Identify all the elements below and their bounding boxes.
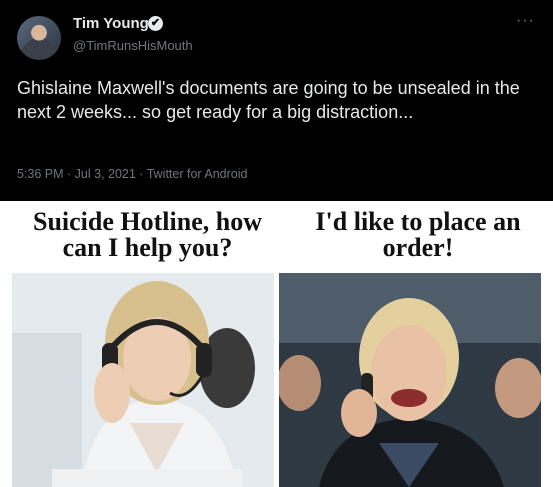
display-name[interactable]: Tim Young: [73, 15, 149, 32]
user-handle[interactable]: @TimRunsHisMouth: [73, 38, 193, 53]
tweet-timestamp[interactable]: 5:36 PM · Jul 3, 2021 · Twitter for Andr…: [17, 167, 247, 181]
meme-image: Suicide Hotline, how can I help you? I'd…: [0, 201, 553, 487]
tweet-card: Tim Young ✔ @TimRunsHisMouth ··· Ghislai…: [0, 0, 553, 201]
left-caption: Suicide Hotline, how can I help you?: [33, 207, 262, 262]
right-photo: [279, 273, 541, 487]
tweet-text: Ghislaine Maxwell's documents are going …: [17, 78, 520, 122]
verified-badge-icon: ✔: [148, 16, 163, 31]
right-caption: I'd like to place an order!: [315, 207, 521, 262]
avatar[interactable]: [17, 16, 61, 60]
more-options-icon[interactable]: ···: [516, 12, 535, 30]
left-photo: [12, 273, 274, 487]
